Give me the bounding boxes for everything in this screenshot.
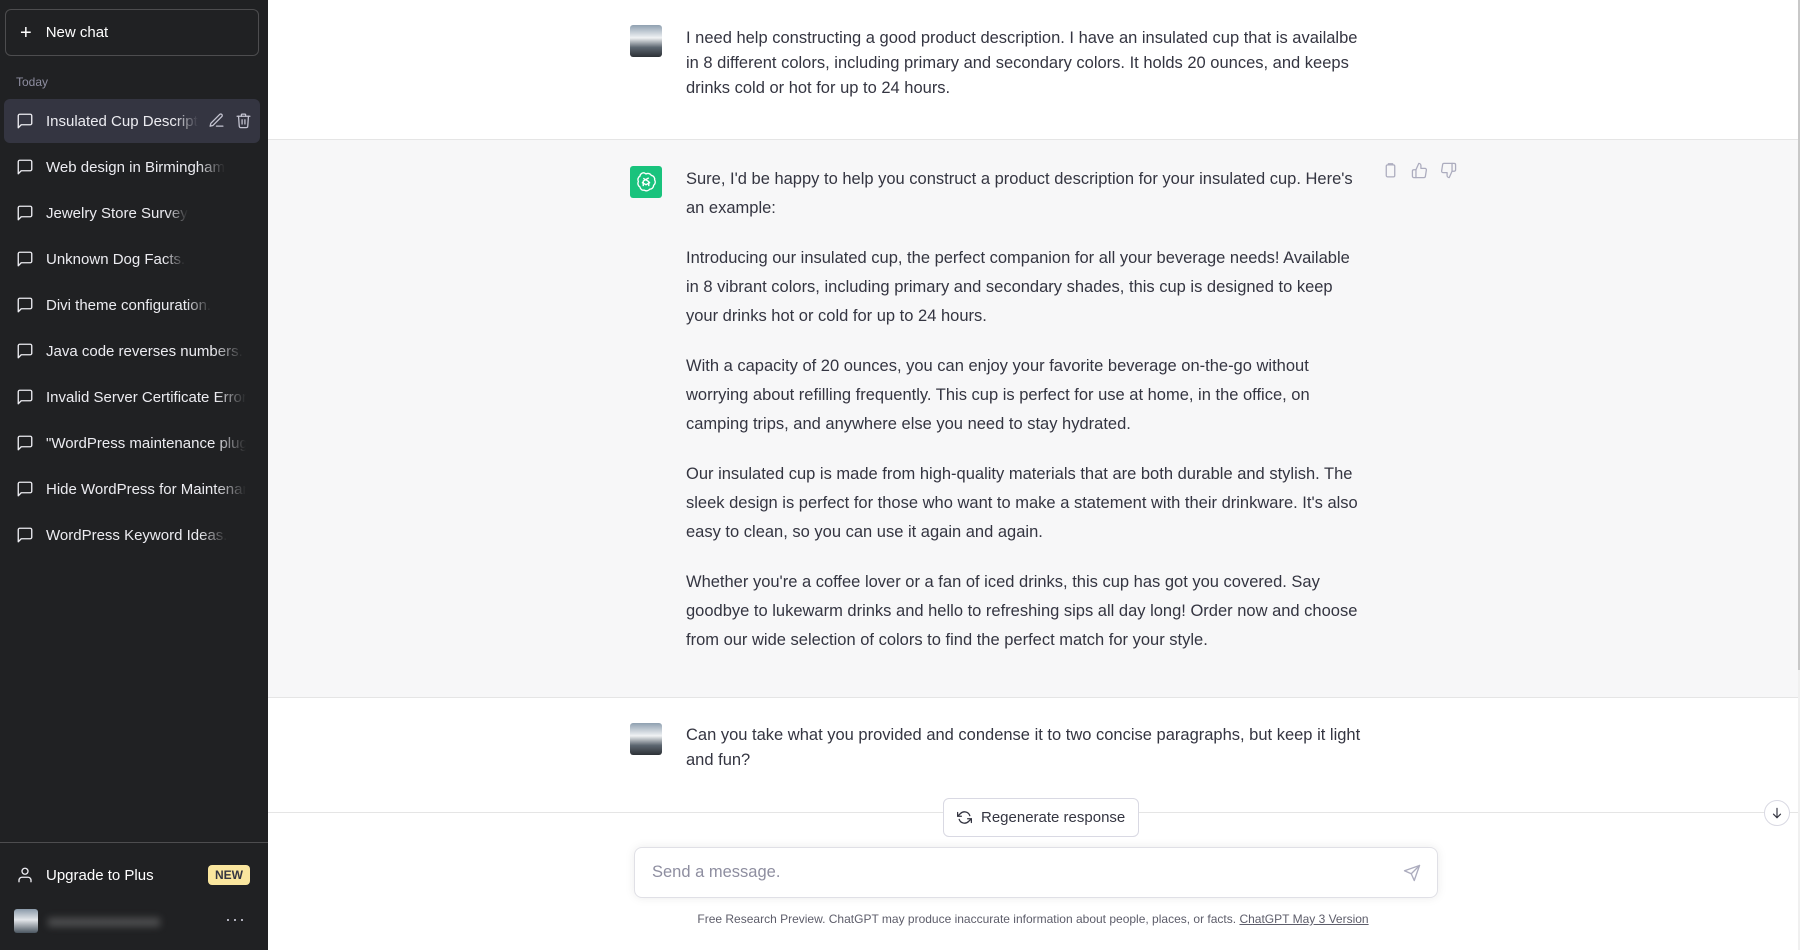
- sidebar: + New chat Today Insulated Cup Descripti…: [0, 0, 268, 950]
- chat-bubble-icon: [17, 435, 33, 451]
- sidebar-item-label: Insulated Cup Descripti: [46, 112, 198, 130]
- plus-icon: +: [20, 21, 32, 44]
- chat-bubble-icon: [17, 251, 33, 267]
- openai-logo-icon: [637, 172, 656, 192]
- sidebar-item-label: Web design in Birmingham: [46, 158, 225, 176]
- sidebar-item-label: Unknown Dog Facts.: [46, 250, 186, 268]
- sidebar-item-label: Jewelry Store Survey: [46, 204, 188, 222]
- sidebar-item-label: WordPress Keyword Ideas.: [46, 526, 228, 544]
- edit-icon[interactable]: [208, 112, 225, 129]
- sidebar-item-wp-keywords[interactable]: WordPress Keyword Ideas.: [4, 513, 260, 557]
- account-avatar: [14, 909, 38, 933]
- assistant-paragraph: Introducing our insulated cup, the perfe…: [686, 249, 1350, 325]
- upgrade-label: Upgrade to Plus: [46, 866, 154, 884]
- more-options-icon[interactable]: ···: [225, 909, 246, 930]
- item-actions: [208, 112, 252, 129]
- chat-bubble-icon: [17, 113, 33, 129]
- assistant-message-row: Sure, I'd be happy to help you construct…: [268, 139, 1798, 698]
- sidebar-item-label: Java code reverses numbers.: [46, 342, 243, 360]
- assistant-paragraph: Sure, I'd be happy to help you construct…: [686, 170, 1353, 217]
- thumbs-up-icon[interactable]: [1411, 162, 1428, 179]
- new-chat-label: New chat: [45, 24, 109, 41]
- sidebar-item-label: Hide WordPress for Maintenan: [46, 480, 246, 498]
- chat-bubble-icon: [17, 159, 33, 175]
- disclaimer-footer: Free Research Preview. ChatGPT may produ…: [268, 912, 1798, 926]
- new-chat-button[interactable]: + New chat: [5, 9, 259, 56]
- sidebar-item-dog-facts[interactable]: Unknown Dog Facts.: [4, 237, 260, 281]
- sidebar-item-label: Invalid Server Certificate Error: [46, 388, 246, 406]
- new-badge: NEW: [208, 865, 250, 885]
- version-link[interactable]: ChatGPT May 3 Version: [1239, 912, 1368, 926]
- account-menu[interactable]: xxxxxxxxxxxxxxxx ···: [4, 899, 260, 943]
- copy-icon[interactable]: [1382, 162, 1399, 179]
- thumbs-down-icon[interactable]: [1440, 162, 1457, 179]
- assistant-paragraph: Our insulated cup is made from high-qual…: [686, 465, 1358, 541]
- sidebar-item-server-cert[interactable]: Invalid Server Certificate Error: [4, 375, 260, 419]
- history-section-label: Today: [16, 75, 49, 89]
- message-composer: [634, 847, 1438, 898]
- sidebar-item-divi-theme[interactable]: Divi theme configuration.: [4, 283, 260, 327]
- trash-icon[interactable]: [235, 112, 252, 129]
- sidebar-item-label: Divi theme configuration.: [46, 296, 212, 314]
- upgrade-to-plus-button[interactable]: Upgrade to Plus NEW: [4, 853, 260, 897]
- assistant-paragraph: Whether you're a coffee lover or a fan o…: [686, 573, 1358, 649]
- send-icon[interactable]: [1403, 864, 1421, 882]
- sidebar-item-jewelry-survey[interactable]: Jewelry Store Survey: [4, 191, 260, 235]
- account-email-redacted: xxxxxxxxxxxxxxxx: [48, 913, 160, 929]
- chat-bubble-icon: [17, 343, 33, 359]
- chat-bubble-icon: [17, 205, 33, 221]
- chat-bubble-icon: [17, 527, 33, 543]
- refresh-icon: [957, 811, 972, 824]
- user-message-row: I need help constructing a good product …: [268, 0, 1798, 139]
- user-avatar: [630, 25, 662, 57]
- user-message-row: Can you take what you provided and conde…: [268, 698, 1798, 812]
- chat-history-list: Insulated Cup Descripti Web design in Bi…: [4, 99, 260, 559]
- sidebar-item-web-design[interactable]: Web design in Birmingham: [4, 145, 260, 189]
- sidebar-item-label: "WordPress maintenance plugi: [46, 434, 246, 452]
- chat-bubble-icon: [17, 297, 33, 313]
- sidebar-item-hide-wordpress[interactable]: Hide WordPress for Maintenan: [4, 467, 260, 511]
- disclaimer-text: Free Research Preview. ChatGPT may produ…: [697, 912, 1237, 926]
- assistant-avatar: [630, 166, 662, 198]
- assistant-paragraph: With a capacity of 20 ounces, you can en…: [686, 357, 1310, 433]
- arrow-down-icon: [1772, 807, 1782, 819]
- sidebar-footer: Upgrade to Plus NEW xxxxxxxxxxxxxxxx ···: [0, 842, 268, 933]
- sidebar-item-insulated-cup[interactable]: Insulated Cup Descripti: [4, 99, 260, 143]
- chat-main: I need help constructing a good product …: [268, 0, 1800, 950]
- regenerate-label: Regenerate response: [981, 809, 1126, 826]
- sidebar-item-java-code[interactable]: Java code reverses numbers.: [4, 329, 260, 373]
- user-avatar: [630, 723, 662, 755]
- regenerate-response-button[interactable]: Regenerate response: [943, 798, 1140, 837]
- chat-bubble-icon: [17, 389, 33, 405]
- chat-bubble-icon: [17, 481, 33, 497]
- user-message-text: I need help constructing a good product …: [686, 29, 1358, 97]
- user-icon: [18, 867, 32, 883]
- message-input[interactable]: [652, 863, 1392, 882]
- scroll-to-bottom-button[interactable]: [1764, 800, 1790, 826]
- message-actions: [1382, 162, 1457, 179]
- sidebar-item-wp-maintenance[interactable]: "WordPress maintenance plugi: [4, 421, 260, 465]
- user-message-text: Can you take what you provided and conde…: [686, 726, 1361, 769]
- assistant-message-text: Sure, I'd be happy to help you construct…: [686, 165, 1366, 676]
